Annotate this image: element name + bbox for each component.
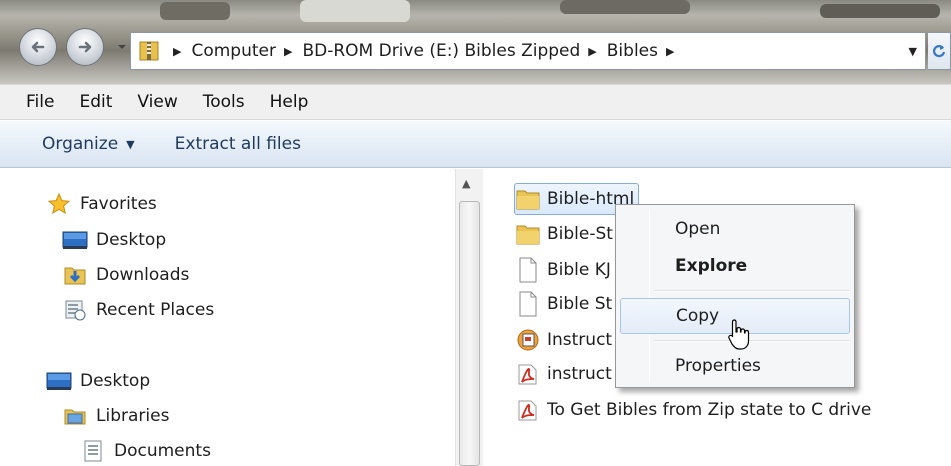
pdf-icon: [515, 361, 541, 387]
nav-documents[interactable]: Documents: [80, 437, 211, 465]
nav-desktop-root-label: Desktop: [80, 371, 151, 391]
menu-file[interactable]: File: [26, 92, 54, 112]
navigation-pane-scrollbar[interactable]: ▲: [455, 169, 483, 466]
breadcrumb-bd-rom-drive[interactable]: BD-ROM Drive (E:) Bibles Zipped: [302, 41, 580, 61]
nav-favorites-recent-places[interactable]: Recent Places: [62, 296, 214, 324]
nav-favorites-downloads[interactable]: Downloads: [62, 261, 189, 289]
web-document-icon: [515, 327, 541, 353]
context-menu-open[interactable]: Open: [620, 211, 850, 247]
background-blotch: [820, 4, 940, 18]
context-menu-properties[interactable]: Properties: [620, 348, 850, 384]
navigation-pane: Favorites Desktop Downloads Recent Place…: [0, 169, 455, 466]
menu-edit[interactable]: Edit: [79, 92, 112, 112]
context-menu-separator: [654, 290, 850, 292]
nav-favorites-label: Favorites: [80, 194, 157, 214]
file-item-instruct-web[interactable]: Instruct: [515, 324, 612, 356]
address-history-dropdown-icon[interactable]: ▼: [909, 45, 917, 58]
breadcrumb-separator-icon[interactable]: ▶: [173, 45, 181, 58]
chevron-down-icon: ▼: [126, 137, 135, 151]
file-item-bible-st[interactable]: Bible St: [515, 288, 612, 320]
documents-icon: [80, 439, 106, 463]
context-menu-separator: [654, 340, 850, 342]
nav-documents-label: Documents: [114, 441, 211, 461]
organize-label: Organize: [42, 134, 119, 154]
nav-desktop[interactable]: Desktop: [46, 367, 150, 395]
document-icon: [515, 291, 541, 317]
file-item-bible-st-folder[interactable]: Bible-St: [515, 218, 613, 250]
file-item-to-get-bibles[interactable]: To Get Bibles from Zip state to C drive: [515, 394, 871, 426]
star-icon: [46, 192, 72, 216]
command-bar: Organize ▼ Extract all files: [0, 121, 951, 168]
nav-favorites-desktop[interactable]: Desktop: [62, 226, 166, 254]
menu-tools[interactable]: Tools: [203, 92, 245, 112]
hand-pointer-cursor-icon: [728, 319, 750, 350]
nav-downloads-label: Downloads: [96, 265, 190, 285]
forward-button[interactable]: [66, 28, 104, 66]
address-bar[interactable]: ▶ Computer ▶ BD-ROM Drive (E:) Bibles Zi…: [130, 32, 926, 70]
file-item-instruct-pdf[interactable]: instruct: [515, 358, 612, 390]
breadcrumb-separator-icon[interactable]: ▶: [588, 45, 596, 58]
libraries-icon: [62, 404, 88, 428]
menu-bar: File Edit View Tools Help: [0, 84, 951, 120]
file-name: Instruct: [547, 330, 613, 350]
background-blotch: [160, 2, 230, 20]
desktop-icon: [62, 228, 88, 252]
scrollbar-thumb[interactable]: [459, 201, 480, 466]
menu-view[interactable]: View: [137, 92, 177, 112]
window-titlebar: ▶ Computer ▶ BD-ROM Drive (E:) Bibles Zi…: [0, 0, 951, 84]
recent-places-icon: [62, 298, 88, 322]
file-name: instruct: [547, 364, 612, 384]
folder-icon: [515, 186, 541, 212]
nav-libraries-label: Libraries: [96, 406, 170, 426]
breadcrumb-separator-icon[interactable]: ▶: [284, 45, 292, 58]
file-name: Bible St: [547, 294, 613, 314]
folder-zip-icon: [135, 36, 165, 66]
extract-all-files-label: Extract all files: [174, 134, 301, 154]
breadcrumb-bibles[interactable]: Bibles: [607, 41, 658, 61]
breadcrumb-computer[interactable]: Computer: [191, 41, 276, 61]
organize-button[interactable]: Organize ▼: [42, 134, 135, 154]
refresh-button[interactable]: [928, 32, 951, 70]
back-arrow-icon: [31, 41, 45, 53]
extract-all-files-button[interactable]: Extract all files: [175, 134, 301, 154]
recent-pages-dropdown-icon[interactable]: [117, 43, 127, 51]
background-blotch: [560, 0, 690, 14]
document-icon: [515, 257, 541, 283]
forward-arrow-icon: [78, 41, 92, 53]
file-name: Bible-St: [547, 224, 613, 244]
breadcrumb-separator-icon[interactable]: ▶: [666, 45, 674, 58]
back-button[interactable]: [19, 28, 57, 66]
nav-desktop-label: Desktop: [96, 230, 167, 250]
refresh-icon: [932, 45, 946, 58]
pdf-icon: [515, 397, 541, 423]
background-blotch: [300, 0, 410, 22]
context-menu-explore[interactable]: Explore: [620, 248, 850, 284]
nav-favorites[interactable]: Favorites: [46, 190, 157, 218]
menu-help[interactable]: Help: [270, 92, 309, 112]
file-item-bible-kj[interactable]: Bible KJ: [515, 254, 611, 286]
file-name: To Get Bibles from Zip state to C drive: [547, 400, 872, 420]
nav-recent-places-label: Recent Places: [96, 300, 215, 320]
context-menu: Open Explore Copy Properties: [615, 204, 855, 388]
file-name: Bible KJ: [547, 260, 611, 280]
scroll-up-arrow-icon[interactable]: ▲: [462, 177, 470, 190]
downloads-folder-icon: [62, 263, 88, 287]
nav-libraries[interactable]: Libraries: [62, 402, 169, 430]
desktop-icon: [46, 369, 72, 393]
folder-icon: [515, 221, 541, 247]
